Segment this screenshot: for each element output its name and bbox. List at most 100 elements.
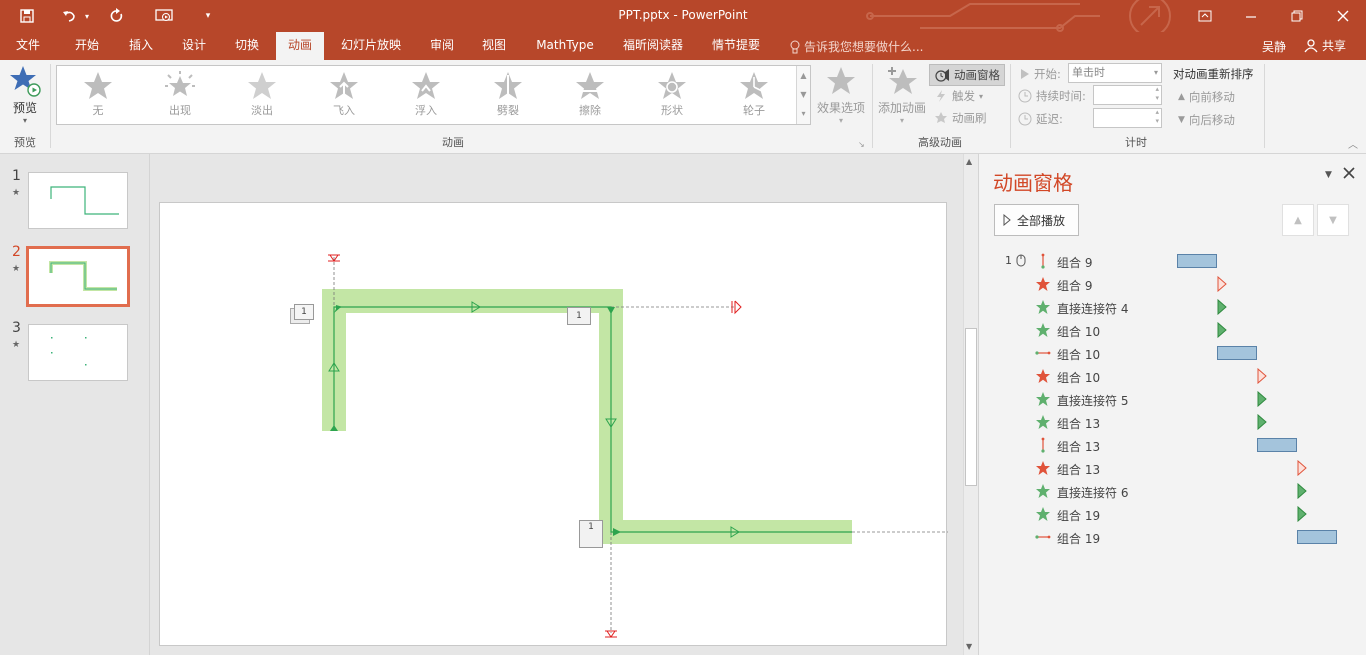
animation-item[interactable]: 组合 13 bbox=[979, 433, 1366, 456]
duration-spinner-icon[interactable]: ▴ ▾ bbox=[1155, 85, 1159, 103]
tab-storyboarding[interactable]: 情节提要 bbox=[704, 32, 768, 60]
animation-pane-button[interactable]: 动画窗格 bbox=[929, 64, 1005, 86]
timeline-bar[interactable] bbox=[1297, 530, 1337, 544]
entrance-marker-icon[interactable] bbox=[1297, 482, 1307, 502]
timeline-bar[interactable] bbox=[1257, 438, 1297, 452]
tell-me-box[interactable]: 告诉我您想要做什么... bbox=[790, 38, 923, 55]
move-up-button[interactable]: ▲ bbox=[1282, 204, 1314, 236]
gallery-scroller[interactable]: ▲ ▼ ▾ bbox=[796, 66, 810, 124]
share-button[interactable]: 共享 bbox=[1304, 37, 1346, 54]
gallery-down-icon[interactable]: ▼ bbox=[797, 85, 810, 104]
pane-close-icon[interactable] bbox=[1343, 167, 1355, 182]
group-label-animation: 动画 bbox=[442, 136, 464, 149]
animation-item[interactable]: 组合 13 bbox=[979, 456, 1366, 479]
tab-insert[interactable]: 插入 bbox=[118, 32, 164, 60]
tab-view[interactable]: 视图 bbox=[472, 32, 516, 60]
slide-animation-star-icon: ★ bbox=[12, 340, 21, 350]
animation-item[interactable]: 组合 9 bbox=[979, 272, 1366, 295]
trigger-label: 触发 bbox=[952, 89, 975, 103]
animation-fade[interactable]: 淡出 bbox=[227, 69, 297, 121]
scroll-thumb[interactable] bbox=[965, 328, 977, 486]
tab-design[interactable]: 设计 bbox=[171, 32, 217, 60]
move-later-button[interactable]: ▼ 向后移动 bbox=[1178, 112, 1235, 128]
tab-foxit-reader[interactable]: 福昕阅读器 bbox=[614, 32, 692, 60]
exit-marker-icon[interactable] bbox=[1297, 459, 1307, 479]
effect-options-button[interactable]: 效果选项 ▾ bbox=[814, 66, 868, 125]
start-select[interactable]: 单击时 ▾ bbox=[1068, 63, 1162, 83]
tab-home[interactable]: 开始 bbox=[64, 32, 110, 60]
duration-input[interactable]: ▴ ▾ bbox=[1093, 85, 1162, 105]
slide-thumbnail-2[interactable] bbox=[26, 246, 130, 307]
entrance-marker-icon[interactable] bbox=[1257, 390, 1267, 410]
animation-painter-button[interactable]: 动画刷 bbox=[934, 110, 987, 126]
entrance-marker-icon[interactable] bbox=[1297, 505, 1307, 525]
timeline-bar[interactable] bbox=[1217, 346, 1257, 360]
animation-item[interactable]: 组合 10 bbox=[979, 318, 1366, 341]
animation-item[interactable]: 组合 13 bbox=[979, 410, 1366, 433]
close-icon[interactable] bbox=[1332, 6, 1354, 26]
animation-item-label: 组合 10 bbox=[1057, 325, 1101, 339]
exit-marker-icon[interactable] bbox=[1257, 367, 1267, 387]
minimize-icon[interactable] bbox=[1240, 6, 1262, 26]
animation-order-tag[interactable]: 1 bbox=[567, 307, 591, 325]
preview-dropdown-icon[interactable]: ▾ bbox=[6, 116, 44, 125]
effect-options-icon bbox=[827, 67, 855, 94]
animation-item[interactable]: 组合 10 bbox=[979, 364, 1366, 387]
delay-input[interactable]: ▴ ▾ bbox=[1093, 108, 1162, 128]
move-down-button[interactable]: ▼ bbox=[1317, 204, 1349, 236]
animation-item-label: 组合 10 bbox=[1057, 348, 1101, 362]
ribbon: 预览 ▾ 预览 无 出现 淡出 飞入 浮入 劈裂 擦除 形状 轮子 ▲ ▼ ▾ … bbox=[0, 60, 1366, 154]
animation-item[interactable]: 组合 19 bbox=[979, 502, 1366, 525]
tab-review[interactable]: 审阅 bbox=[420, 32, 464, 60]
animation-wheel[interactable]: 轮子 bbox=[719, 69, 789, 121]
tab-mathtype[interactable]: MathType bbox=[530, 32, 600, 60]
slide-thumbnail-3[interactable] bbox=[28, 324, 128, 381]
entrance-star-icon bbox=[1035, 414, 1051, 430]
animation-item[interactable]: 组合 19 bbox=[979, 525, 1366, 548]
animation-item[interactable]: 直接连接符 6 bbox=[979, 479, 1366, 502]
scroll-up-icon[interactable]: ▲ bbox=[966, 157, 972, 166]
preview-button[interactable]: 预览 ▾ bbox=[6, 64, 44, 128]
add-animation-button[interactable]: 添加动画 ▾ bbox=[876, 66, 928, 125]
gallery-more-icon[interactable]: ▾ bbox=[797, 104, 810, 123]
ribbon-display-options-icon[interactable] bbox=[1194, 6, 1216, 26]
animation-none[interactable]: 无 bbox=[63, 69, 133, 121]
tab-transitions[interactable]: 切换 bbox=[224, 32, 270, 60]
collapse-ribbon-icon[interactable]: ︿ bbox=[1348, 136, 1358, 151]
animation-wipe[interactable]: 擦除 bbox=[555, 69, 625, 121]
animation-item[interactable]: 1 组合 9 bbox=[979, 249, 1366, 272]
entrance-marker-icon[interactable] bbox=[1217, 298, 1227, 318]
trigger-button[interactable]: 触发 ▾ bbox=[934, 88, 983, 104]
animation-item[interactable]: 直接连接符 4 bbox=[979, 295, 1366, 318]
animation-shape[interactable]: 形状 bbox=[637, 69, 707, 121]
dialog-launcher-icon[interactable]: ↘ bbox=[858, 140, 865, 149]
scroll-down-icon[interactable]: ▼ bbox=[966, 642, 972, 651]
play-all-button[interactable]: 全部播放 bbox=[994, 204, 1079, 236]
slide[interactable]: 1 1 1 bbox=[159, 202, 948, 646]
gallery-up-icon[interactable]: ▲ bbox=[797, 66, 810, 85]
slide-thumbnail-1[interactable] bbox=[28, 172, 128, 229]
animation-fly-in[interactable]: 飞入 bbox=[309, 69, 379, 121]
pane-options-icon[interactable]: ▼ bbox=[1325, 170, 1332, 180]
entrance-marker-icon[interactable] bbox=[1257, 413, 1267, 433]
canvas-scrollbar[interactable]: ▲ ▼ bbox=[963, 154, 978, 655]
restore-icon[interactable] bbox=[1286, 6, 1308, 26]
start-dropdown-icon[interactable]: ▾ bbox=[1154, 64, 1158, 82]
tab-file[interactable]: 文件 bbox=[6, 32, 50, 60]
exit-marker-icon[interactable] bbox=[1217, 275, 1227, 295]
animation-float-in[interactable]: 浮入 bbox=[391, 69, 461, 121]
tab-slideshow[interactable]: 幻灯片放映 bbox=[334, 32, 408, 60]
animation-split[interactable]: 劈裂 bbox=[473, 69, 543, 121]
animation-item-label: 组合 19 bbox=[1057, 509, 1101, 523]
animation-appear[interactable]: 出现 bbox=[145, 69, 215, 121]
animation-order-tag[interactable]: 1 bbox=[579, 520, 603, 548]
timeline-bar[interactable] bbox=[1177, 254, 1217, 268]
move-earlier-button[interactable]: ▲ 向前移动 bbox=[1178, 89, 1235, 105]
tab-animations[interactable]: 动画 bbox=[276, 32, 324, 60]
animation-item[interactable]: 直接连接符 5 bbox=[979, 387, 1366, 410]
entrance-marker-icon[interactable] bbox=[1217, 321, 1227, 341]
animation-item[interactable]: 组合 10 bbox=[979, 341, 1366, 364]
animation-order-tag[interactable]: 1 bbox=[290, 304, 314, 326]
delay-spinner-icon[interactable]: ▴ ▾ bbox=[1155, 108, 1159, 126]
user-name[interactable]: 吴静 bbox=[1262, 38, 1286, 55]
